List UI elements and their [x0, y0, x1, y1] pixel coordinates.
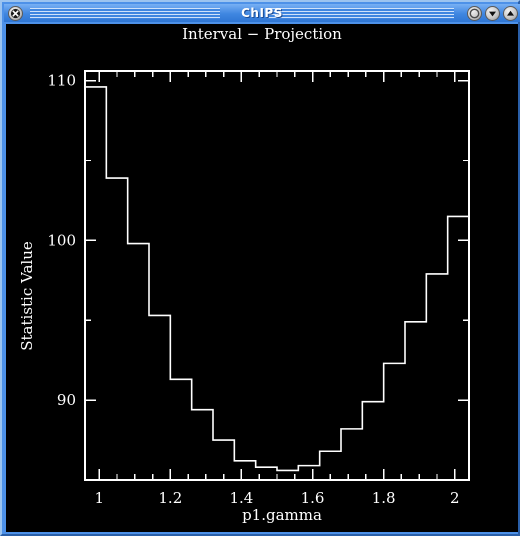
x-tick-label: 1.8: [372, 489, 396, 507]
x-tick-label: 1.4: [230, 489, 254, 507]
x-tick-label: 2: [450, 489, 460, 507]
x-tick-label: 1: [94, 489, 104, 507]
plot-background: [6, 24, 518, 532]
iconify-button[interactable]: [467, 6, 482, 21]
chips-window: ChIPS Interval − Projection 1 1.2 1.4 1.…: [0, 0, 520, 536]
plot-canvas[interactable]: Interval − Projection 1 1.2 1.4 1.6 1.8 2 90 1…: [6, 24, 518, 532]
circle-icon: [469, 8, 480, 19]
x-tick-label: 1.6: [301, 489, 325, 507]
lower-window-button[interactable]: [485, 6, 500, 21]
y-tick-label: 100: [47, 231, 76, 249]
triangle-down-icon: [489, 11, 496, 17]
triangle-up-icon: [507, 10, 514, 16]
raise-window-button[interactable]: [503, 6, 518, 21]
window-title: ChIPS: [241, 6, 283, 20]
window-titlebar[interactable]: ChIPS: [4, 4, 520, 22]
y-tick-label: 90: [57, 391, 76, 409]
x-axis-label: p1.gamma: [242, 506, 322, 524]
interval-projection-plot: Interval − Projection 1 1.2 1.4 1.6 1.8 2 90 1…: [6, 24, 518, 532]
close-x-icon: [10, 8, 21, 19]
plot-title: Interval − Projection: [182, 25, 342, 43]
close-button[interactable]: [8, 6, 23, 21]
y-axis-label: Statistic Value: [18, 241, 36, 351]
y-tick-label: 110: [47, 72, 76, 90]
x-tick-label: 1.2: [158, 489, 182, 507]
